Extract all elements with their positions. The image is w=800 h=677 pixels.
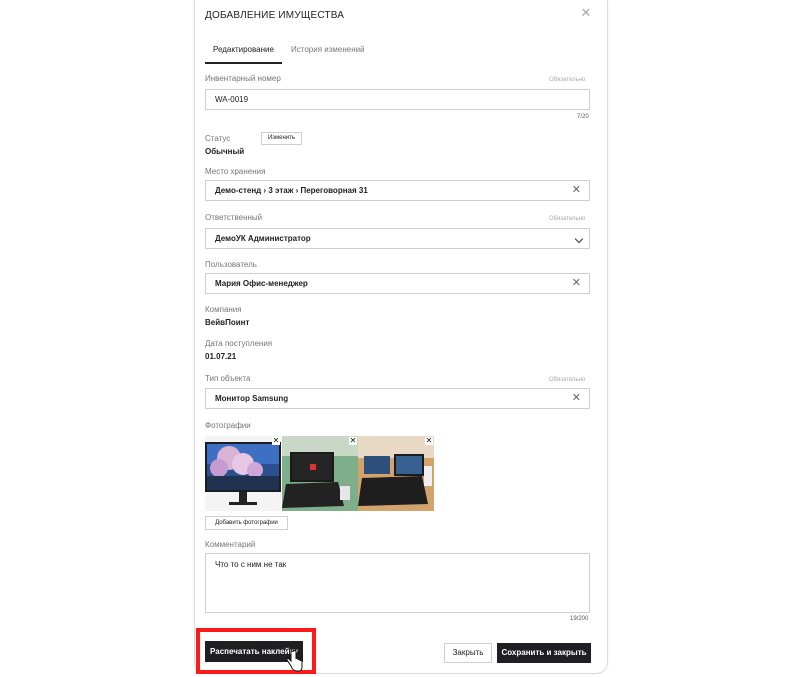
clear-object-type-icon[interactable]: ✕	[572, 392, 581, 404]
company-value: ВейвПоинт	[205, 318, 250, 327]
inventory-counter: 7/20	[577, 114, 589, 120]
dialog-title: ДОБАВЛЕНИЕ ИМУЩЕСТВА	[205, 10, 345, 21]
required-hint: Обязательно	[549, 77, 586, 83]
remove-photo-icon[interactable]: ✕	[349, 437, 357, 445]
clear-location-icon[interactable]: ✕	[572, 184, 581, 196]
arrival-date-label: Дата поступления	[205, 339, 273, 348]
close-icon[interactable]: ✕	[579, 6, 593, 20]
location-value: Демо-стенд › 3 этаж › Переговорная 31	[215, 186, 368, 195]
required-hint: Обязательно	[549, 216, 586, 222]
user-label: Пользователь	[205, 260, 257, 269]
responsible-label: Ответственный	[205, 213, 263, 222]
add-photos-button[interactable]: Добавить фотографии	[205, 516, 288, 530]
object-type-label: Тип объекта	[205, 374, 251, 383]
hand-cursor-icon	[285, 650, 303, 677]
comment-counter: 19/200	[570, 616, 589, 622]
object-type-value: Монитор Samsung	[215, 394, 289, 403]
laptop-photo-2[interactable]: ✕	[358, 436, 434, 511]
comment-textarea[interactable]: Что то с ним не так	[205, 553, 590, 613]
company-label: Компания	[205, 305, 242, 314]
required-hint: Обязательно	[549, 377, 586, 383]
clear-user-icon[interactable]: ✕	[572, 277, 581, 289]
status-value: Обычный	[205, 147, 245, 156]
status-label: Статус	[205, 134, 231, 143]
laptop-photo-1[interactable]: ✕	[282, 436, 358, 511]
arrival-date-value: 01.07.21	[205, 352, 237, 361]
active-tab-indicator	[205, 62, 282, 64]
user-value: Мария Офис-менеджер	[215, 279, 308, 288]
responsible-select[interactable]: ДемоУК Администратор	[205, 228, 590, 249]
comment-value: Что то с ним не так	[215, 560, 287, 569]
close-button[interactable]: Закрыть	[444, 643, 492, 663]
responsible-value: ДемоУК Администратор	[215, 234, 311, 243]
location-label: Место хранения	[205, 167, 266, 176]
object-type-select[interactable]: Монитор Samsung ✕	[205, 388, 590, 409]
tab-editing[interactable]: Редактирование	[213, 45, 274, 54]
change-status-button[interactable]: Изменить	[261, 132, 302, 145]
remove-photo-icon[interactable]: ✕	[425, 437, 433, 445]
save-and-close-button[interactable]: Сохранить и закрыть	[497, 643, 591, 663]
inventory-number-input[interactable]: WA-0019	[205, 89, 590, 110]
chevron-down-icon[interactable]	[574, 234, 584, 244]
comment-label: Комментарий	[205, 540, 256, 549]
monitor-photo[interactable]: ✕	[205, 436, 281, 511]
tab-history[interactable]: История изменений	[291, 45, 365, 54]
user-select[interactable]: Мария Офис-менеджер ✕	[205, 273, 590, 294]
remove-photo-icon[interactable]: ✕	[272, 437, 280, 445]
photos-label: Фотографии	[205, 421, 251, 430]
inventory-number-label: Инвентарный номер	[205, 74, 281, 83]
inventory-number-value: WA-0019	[215, 95, 249, 104]
location-select[interactable]: Демо-стенд › 3 этаж › Переговорная 31 ✕	[205, 180, 590, 201]
